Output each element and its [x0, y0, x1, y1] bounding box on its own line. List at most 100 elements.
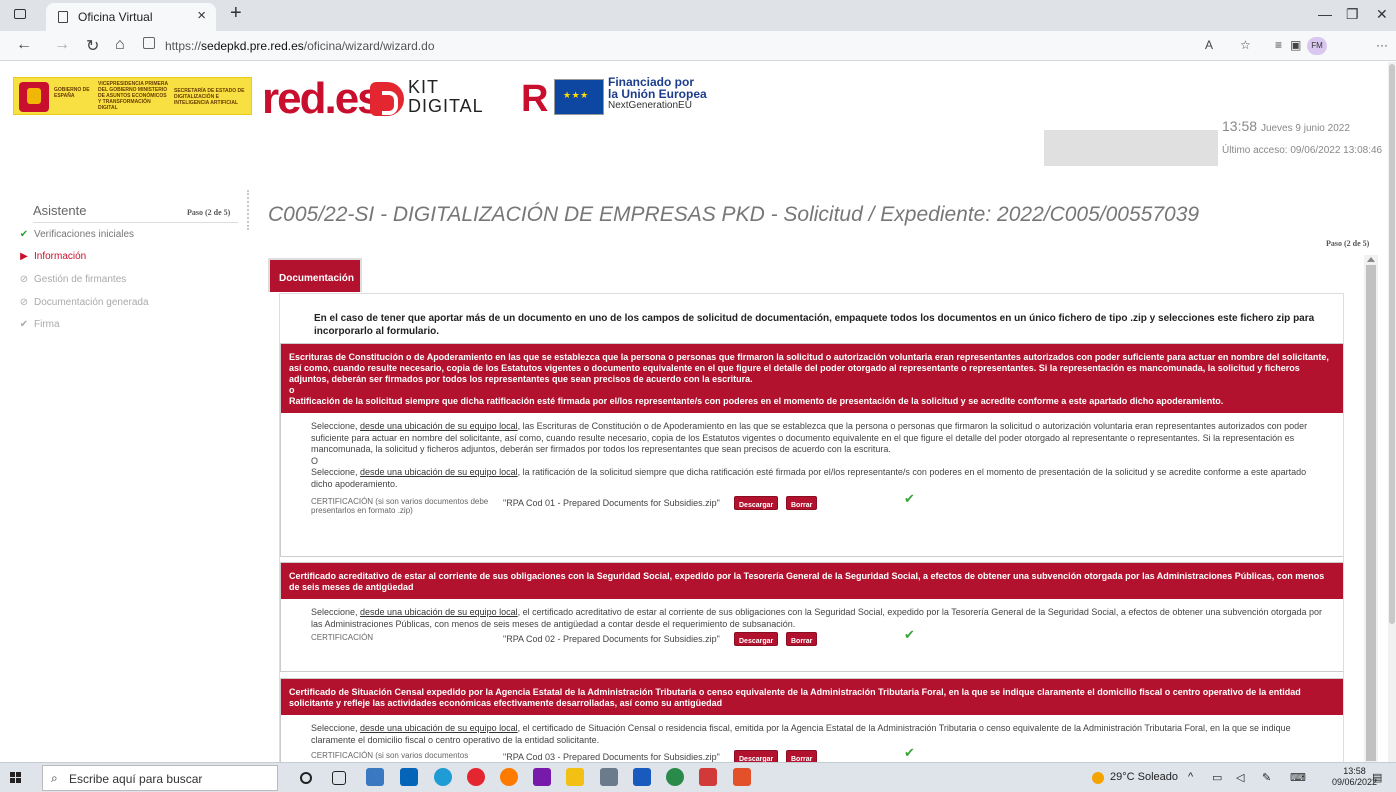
- certification-label: CERTIFICACIÓN: [311, 633, 374, 642]
- collections-icon[interactable]: ▣: [1290, 38, 1301, 52]
- check-icon: ✔: [904, 491, 915, 506]
- read-aloud-icon[interactable]: A: [1205, 38, 1213, 52]
- home-icon[interactable]: ⌂: [115, 36, 125, 54]
- network-icon[interactable]: ▭: [1212, 771, 1222, 784]
- sidebar-item-firmantes[interactable]: ⊘ Gestión de firmantes: [18, 274, 126, 285]
- windows-start-icon[interactable]: [10, 772, 22, 784]
- browser-tab[interactable]: Oficina Virtual ×: [46, 3, 216, 31]
- play-icon: ▶: [20, 251, 28, 262]
- keyboard-icon[interactable]: ⌨: [1290, 771, 1306, 784]
- kit-digital-icon: [370, 82, 404, 116]
- local-file-link[interactable]: desde una ubicación de su equipo local: [360, 607, 518, 617]
- last-access: Último acceso: 09/06/2022 13:08:46: [1222, 145, 1383, 156]
- sidebar-item-informacion[interactable]: ▶ Información: [18, 251, 86, 262]
- recovery-plan-logo: R: [521, 78, 549, 120]
- file-name: "RPA Cod 01 - Prepared Documents for Sub…: [503, 498, 720, 508]
- scrollbar-thumb[interactable]: [1389, 64, 1395, 624]
- check-icon: ✔: [19, 319, 29, 330]
- delete-button[interactable]: Borrar: [786, 496, 818, 510]
- firefox-icon[interactable]: [500, 768, 518, 786]
- section-body: Seleccione, desde una ubicación de su eq…: [281, 413, 1343, 518]
- page-title: C005/22-SI - DIGITALIZACIÓN DE EMPRESAS …: [268, 203, 1200, 226]
- address-bar[interactable]: https://sedepkd.pre.red.es/oficina/wizar…: [141, 35, 1191, 57]
- minimize-icon[interactable]: —: [1318, 6, 1332, 22]
- taskbar-search[interactable]: ⌕ Escribe aquí para buscar: [42, 765, 278, 791]
- page-icon: [58, 11, 68, 23]
- delete-button[interactable]: Borrar: [786, 632, 818, 646]
- tab-documentacion[interactable]: Documentación: [268, 258, 362, 292]
- eu-flag-icon: [554, 79, 604, 115]
- browser-tab-bar: Oficina Virtual × + — ❐ ✕: [0, 0, 1396, 31]
- check-icon: ✔: [904, 745, 915, 760]
- edge-icon[interactable]: [434, 768, 452, 786]
- check-icon: ✔: [904, 627, 915, 642]
- app-icon[interactable]: [366, 768, 384, 786]
- new-tab-icon[interactable]: +: [230, 2, 242, 25]
- user-info-box: [1044, 130, 1218, 166]
- kit-logo-text: KIT: [408, 77, 440, 97]
- header-clock: 13:58 Jueves 9 junio 2022: [1222, 118, 1350, 134]
- close-tab-icon[interactable]: ×: [197, 7, 206, 24]
- sidebar-item-verificaciones[interactable]: ✔ Verificaciones iniciales: [18, 229, 134, 240]
- weather-text[interactable]: 29°C Soleado: [1110, 771, 1178, 783]
- section-header: Certificado de Situación Censal expedido…: [281, 679, 1343, 715]
- scrollbar-thumb[interactable]: [1366, 265, 1376, 761]
- sidebar-step: Paso (2 de 5): [187, 208, 231, 217]
- favorites-list-icon[interactable]: ≡: [1275, 38, 1282, 52]
- document-section: Certificado de Situación Censal expedido…: [280, 678, 1343, 763]
- file-row: CERTIFICACIÓN (si son varios documentos …: [311, 491, 1323, 518]
- page-scrollbar[interactable]: [1388, 62, 1396, 762]
- cortana-icon[interactable]: [300, 772, 312, 784]
- close-window-icon[interactable]: ✕: [1376, 6, 1388, 23]
- taskbar-clock[interactable]: 13:58 09/06/2022: [1332, 766, 1377, 788]
- restore-icon[interactable]: ❐: [1346, 6, 1359, 23]
- app-icon[interactable]: [699, 768, 717, 786]
- sidebar-item-documentacion-generada[interactable]: ⊘ Documentación generada: [18, 297, 149, 308]
- search-placeholder: Escribe aquí para buscar: [69, 772, 203, 786]
- scroll-up-icon[interactable]: [1367, 257, 1375, 262]
- office-icon[interactable]: [733, 768, 751, 786]
- tab-actions-icon[interactable]: [14, 9, 26, 19]
- more-icon[interactable]: ···: [1376, 38, 1388, 52]
- sidebar-divider: [33, 222, 238, 223]
- favorite-icon[interactable]: ☆: [1240, 38, 1251, 52]
- download-button[interactable]: Descargar: [734, 496, 779, 510]
- check-icon: ✔: [19, 229, 29, 240]
- task-view-icon[interactable]: [332, 771, 346, 785]
- file-row: CERTIFICACIÓN "RPA Cod 02 - Prepared Doc…: [311, 627, 1323, 654]
- sidebar-resize-handle[interactable]: [247, 190, 251, 230]
- local-file-link[interactable]: desde una ubicación de su equipo local: [360, 723, 518, 733]
- local-file-link[interactable]: desde una ubicación de su equipo local: [360, 467, 518, 477]
- eu-funding-text: Financiado por la Unión Europea NextGene…: [608, 75, 707, 111]
- profile-avatar[interactable]: FM: [1307, 37, 1327, 55]
- word-icon[interactable]: [633, 768, 651, 786]
- pen-icon[interactable]: ✎: [1262, 771, 1271, 784]
- file-name: "RPA Cod 02 - Prepared Documents for Sub…: [503, 634, 720, 644]
- app-icon[interactable]: [666, 768, 684, 786]
- section-header: Certificado acreditativo de estar al cor…: [281, 563, 1343, 599]
- sidebar-item-firma[interactable]: ✔ Firma: [18, 319, 60, 330]
- sidebar-title: Asistente: [33, 203, 87, 218]
- certification-label: CERTIFICACIÓN (si son varios documentos: [311, 751, 469, 760]
- section-body: Seleccione, desde una ubicación de su eq…: [281, 715, 1343, 763]
- volume-icon[interactable]: ◁: [1236, 771, 1244, 784]
- main-step: Paso (2 de 5): [1326, 239, 1370, 248]
- forward-icon[interactable]: →: [54, 36, 70, 54]
- tray-expand-icon[interactable]: ^: [1188, 771, 1193, 783]
- file-explorer-icon[interactable]: [566, 768, 584, 786]
- outlook-icon[interactable]: [400, 768, 418, 786]
- download-button[interactable]: Descargar: [734, 632, 779, 646]
- onenote-icon[interactable]: [533, 768, 551, 786]
- section-body: Seleccione, desde una ubicación de su eq…: [281, 599, 1343, 654]
- intro-text: En el caso de tener que aportar más de u…: [314, 313, 1315, 337]
- panel-scrollbar[interactable]: [1364, 255, 1378, 763]
- url-text: https://sedepkd.pre.red.es/oficina/wizar…: [165, 39, 435, 53]
- refresh-icon[interactable]: ↻: [86, 36, 99, 56]
- documentation-panel: En el caso de tener que aportar más de u…: [279, 293, 1344, 763]
- blocked-icon: ⊘: [19, 297, 29, 308]
- local-file-link[interactable]: desde una ubicación de su equipo local: [360, 421, 518, 431]
- back-icon[interactable]: ←: [16, 36, 32, 54]
- notifications-icon[interactable]: ▤: [1372, 771, 1382, 784]
- app-icon[interactable]: [600, 768, 618, 786]
- chrome-icon[interactable]: [467, 768, 485, 786]
